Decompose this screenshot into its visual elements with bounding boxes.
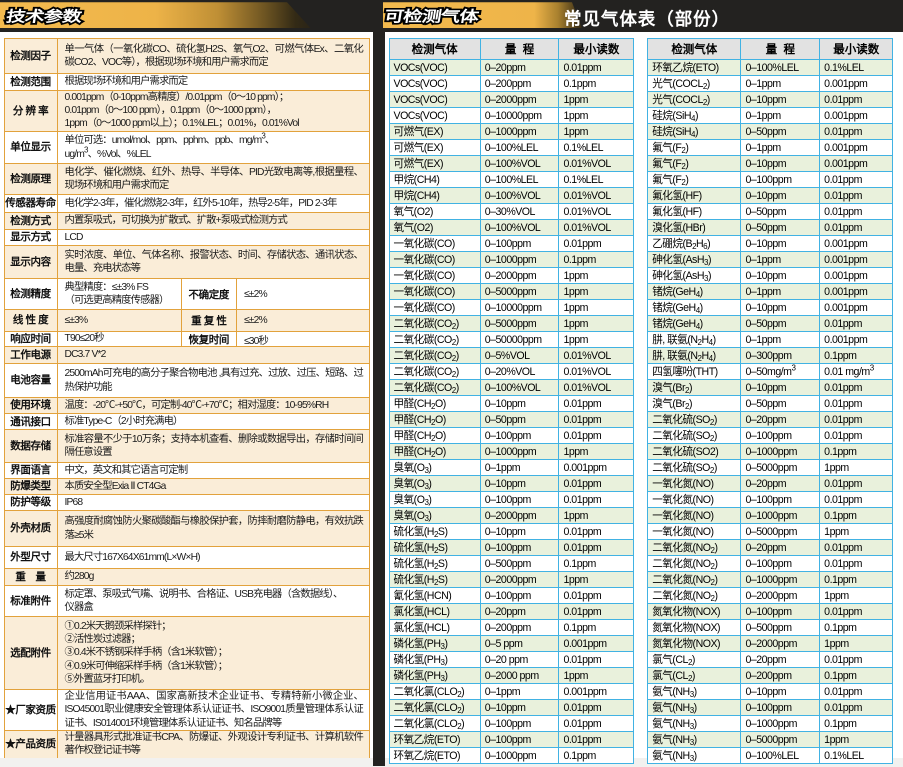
svg-text:技术参数: 技术参数 <box>5 8 84 25</box>
svg-text:可检测气体: 可检测气体 <box>383 8 481 25</box>
